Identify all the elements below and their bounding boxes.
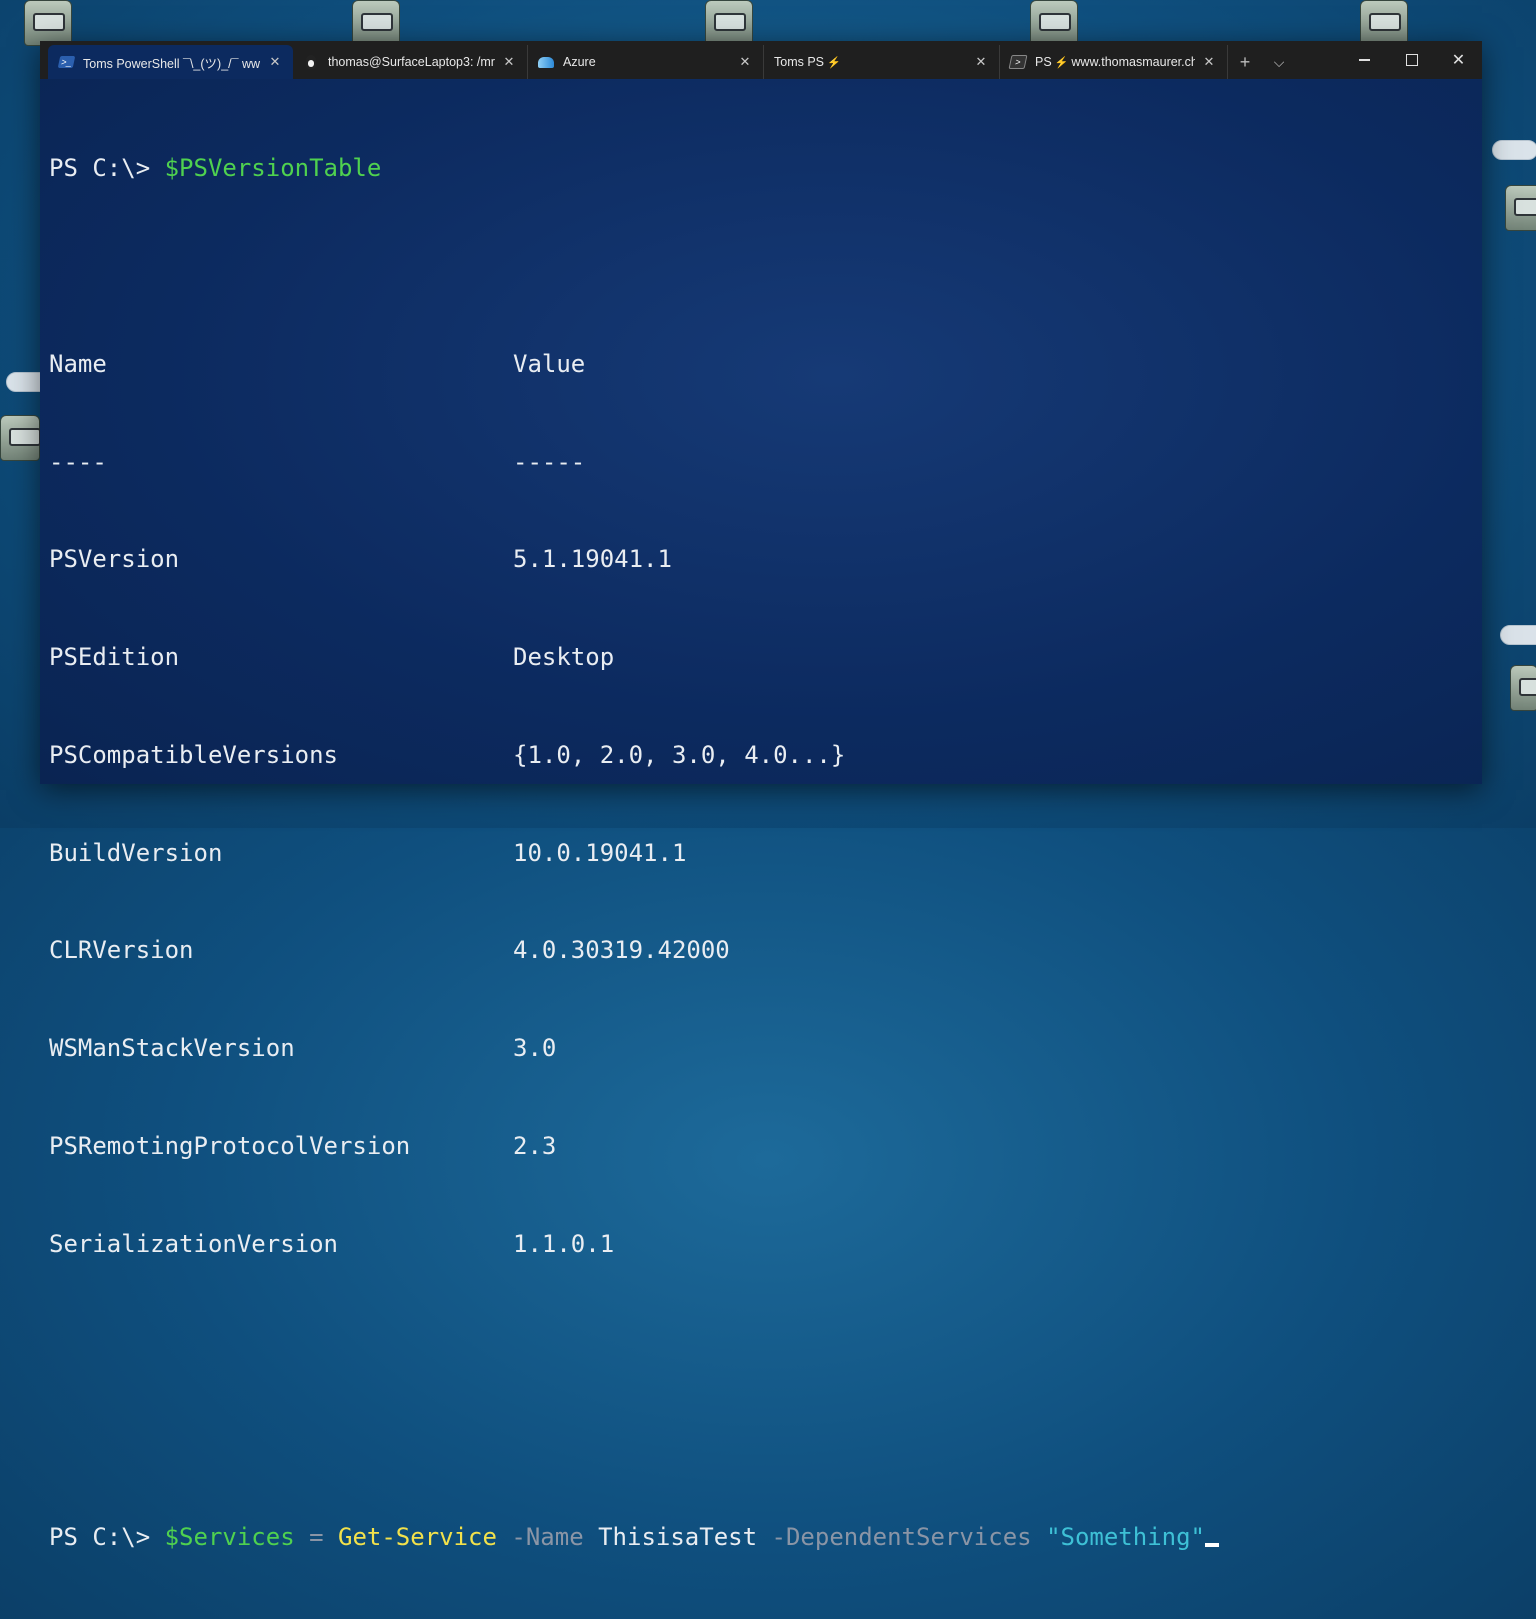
azure-cloud-icon xyxy=(538,54,554,70)
wallpaper-robot-icon xyxy=(24,0,72,46)
tab-ubuntu-wsl[interactable]: thomas@SurfaceLaptop3: /mr ✕ xyxy=(293,45,528,79)
assignment-operator: = xyxy=(309,1523,323,1551)
powershell-dark-icon: > xyxy=(1010,54,1026,70)
close-tab-icon[interactable]: ✕ xyxy=(1201,54,1217,70)
close-tab-icon[interactable]: ✕ xyxy=(267,54,283,70)
lightning-bolt-icon: ⚡ xyxy=(1055,57,1069,69)
row-name: BuildVersion xyxy=(49,839,222,867)
tab-ps-thomasmaurer[interactable]: > PS⚡www.thomasmaurer.ch ✕ xyxy=(1000,45,1228,79)
command-string: "Something" xyxy=(1046,1523,1205,1551)
table-row: PSVersion 5.1.19041.1 xyxy=(49,543,1482,576)
row-value: Desktop xyxy=(513,641,614,674)
close-tab-icon[interactable]: ✕ xyxy=(973,54,989,70)
row-name: PSVersion xyxy=(49,545,179,573)
table-header: Name Value xyxy=(49,348,1482,381)
table-row: PSRemotingProtocolVersion 2.3 xyxy=(49,1130,1482,1163)
window-controls: ✕ xyxy=(1341,41,1482,79)
row-name: PSRemotingProtocolVersion xyxy=(49,1132,410,1160)
terminal-window: >_ Toms PowerShell ¯\_(ツ)_/¯ ww ✕ thomas… xyxy=(40,41,1482,784)
prompt: PS C:\> xyxy=(49,154,165,182)
row-name: CLRVersion xyxy=(49,936,194,964)
wallpaper-robot-icon xyxy=(1030,0,1078,46)
powershell-icon: >_ xyxy=(58,54,74,70)
command-variable: $Services xyxy=(165,1523,295,1551)
row-value: 3.0 xyxy=(513,1032,556,1065)
close-tab-icon[interactable]: ✕ xyxy=(501,54,517,70)
new-tab-button[interactable]: + xyxy=(1228,45,1262,79)
header-value: Value xyxy=(513,348,585,381)
command-parameter: -DependentServices xyxy=(772,1523,1032,1551)
table-row: PSCompatibleVersions {1.0, 2.0, 3.0, 4.0.… xyxy=(49,739,1482,772)
close-tab-icon[interactable]: ✕ xyxy=(737,54,753,70)
row-name: SerializationVersion xyxy=(49,1230,338,1258)
row-value: 1.1.0.1 xyxy=(513,1228,614,1261)
command-argument: ThisisaTest xyxy=(598,1523,757,1551)
command-cmdlet: Get-Service xyxy=(338,1523,497,1551)
maximize-button[interactable] xyxy=(1388,41,1435,79)
wallpaper-robot-icon xyxy=(1505,185,1536,231)
tab-title-suffix: www.thomasmaurer.ch xyxy=(1071,55,1195,69)
tab-title: Toms PowerShell ¯\_(ツ)_/¯ ww xyxy=(83,53,261,72)
table-row: BuildVersion 10.0.19041.1 xyxy=(49,837,1482,870)
text-cursor xyxy=(1205,1543,1219,1547)
prompt: PS C:\> xyxy=(49,1523,165,1551)
command-line-2[interactable]: PS C:\> $Services = Get-Service -Name Th… xyxy=(49,1521,1482,1554)
minimize-button[interactable] xyxy=(1341,41,1388,79)
row-value: 2.3 xyxy=(513,1130,556,1163)
table-row: SerializationVersion 1.1.0.1 xyxy=(49,1228,1482,1261)
row-value: 10.0.19041.1 xyxy=(513,837,686,870)
table-row: CLRVersion 4.0.30319.42000 xyxy=(49,934,1482,967)
row-value: 5.1.19041.1 xyxy=(513,543,672,576)
command-variable: $PSVersionTable xyxy=(165,154,382,182)
row-value: 4.0.30319.42000 xyxy=(513,934,730,967)
linux-penguin-icon xyxy=(303,54,319,70)
row-name: PSCompatibleVersions xyxy=(49,741,338,769)
wallpaper-robot-icon xyxy=(0,415,40,461)
row-name: WSManStackVersion xyxy=(49,1034,295,1062)
table-separator: --------- xyxy=(49,446,1482,479)
wallpaper-cloud-icon xyxy=(1500,625,1536,645)
tab-bar: >_ Toms PowerShell ¯\_(ツ)_/¯ ww ✕ thomas… xyxy=(40,41,1482,79)
minimize-icon xyxy=(1359,59,1370,60)
tab-title: thomas@SurfaceLaptop3: /mr xyxy=(328,55,495,69)
tab-toms-ps[interactable]: Toms PS⚡ ✕ xyxy=(764,45,1000,79)
close-window-button[interactable]: ✕ xyxy=(1435,41,1482,79)
table-row: WSManStackVersion 3.0 xyxy=(49,1032,1482,1065)
wallpaper-robot-icon xyxy=(705,0,753,46)
command-parameter: -Name xyxy=(511,1523,583,1551)
tab-azure[interactable]: Azure ✕ xyxy=(528,45,764,79)
wallpaper-robot-icon xyxy=(1510,665,1536,711)
terminal-output[interactable]: PS C:\> $PSVersionTable Name Value ------… xyxy=(49,87,1482,784)
command-line-1: PS C:\> $PSVersionTable xyxy=(49,152,1482,185)
row-value: {1.0, 2.0, 3.0, 4.0...} xyxy=(513,739,845,772)
lightning-bolt-icon: ⚡ xyxy=(827,57,841,69)
tab-dropdown-button[interactable]: ⌵ xyxy=(1262,45,1296,79)
maximize-icon xyxy=(1406,54,1418,66)
tab-title: PS xyxy=(1035,55,1052,69)
wallpaper-robot-icon xyxy=(1360,0,1408,46)
tab-title: Toms PS xyxy=(774,55,824,69)
row-name: PSEdition xyxy=(49,643,179,671)
wallpaper-cloud-icon xyxy=(1492,140,1536,160)
tab-title: Azure xyxy=(563,55,731,69)
header-name: Name xyxy=(49,350,107,378)
tab-toms-powershell[interactable]: >_ Toms PowerShell ¯\_(ツ)_/¯ ww ✕ xyxy=(48,45,293,79)
wallpaper-robot-icon xyxy=(352,0,400,46)
table-row: PSEdition Desktop xyxy=(49,641,1482,674)
